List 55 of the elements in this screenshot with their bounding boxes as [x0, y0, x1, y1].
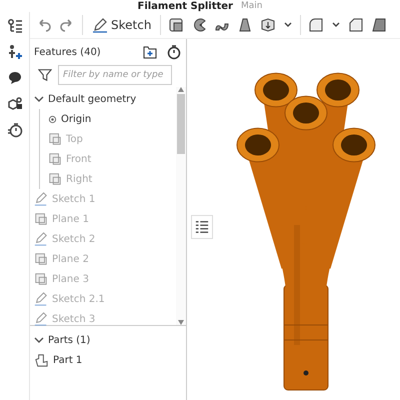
scrollbar[interactable] [176, 87, 186, 325]
tree-item[interactable]: Right [66, 174, 92, 184]
chevron-down-icon[interactable] [34, 335, 44, 345]
comment-icon[interactable] [6, 70, 22, 86]
pencil-icon [34, 232, 48, 246]
extrude-icon[interactable] [168, 17, 184, 33]
plane-icon [48, 132, 62, 146]
tree-item[interactable]: Front [66, 154, 92, 164]
tree-item[interactable]: Plane 2 [52, 254, 89, 264]
origin-icon [48, 114, 57, 124]
add-folder-icon[interactable] [142, 44, 158, 60]
list-button[interactable] [191, 215, 213, 239]
branch-name: Main [241, 1, 262, 11]
chevron-down-icon[interactable] [34, 94, 44, 104]
tree-item[interactable]: Top [66, 134, 83, 144]
pencil-icon [34, 292, 48, 306]
fillet-icon[interactable] [308, 17, 324, 33]
scroll-up-icon[interactable] [178, 87, 184, 92]
tree-group[interactable]: Default geometry [48, 94, 136, 104]
plane-icon [34, 212, 48, 226]
filter-field[interactable]: Filter by name or type [58, 65, 172, 85]
list-icon [195, 220, 209, 234]
pencil-icon [34, 192, 48, 206]
tree-item[interactable]: Part 1 [53, 354, 82, 366]
draft-icon[interactable] [371, 17, 388, 33]
feature-list-icon[interactable] [6, 18, 22, 34]
tree-group[interactable]: Parts (1) [48, 334, 90, 346]
plane-icon [34, 252, 48, 266]
tree-item[interactable]: Plane 1 [52, 214, 89, 224]
panel-title: Features (40) [34, 46, 102, 58]
insert-icon[interactable] [6, 44, 22, 60]
sketch-button[interactable]: Sketch [90, 17, 154, 33]
pencil-icon [34, 312, 48, 326]
tree-item[interactable]: Plane 3 [52, 274, 89, 284]
scroll-thumb[interactable] [177, 94, 185, 154]
cubes-icon[interactable] [6, 96, 22, 112]
tree-item[interactable]: Origin [61, 114, 92, 124]
chamfer-icon[interactable] [348, 17, 364, 33]
tree-item[interactable]: Sketch 1 [52, 194, 96, 204]
plane-icon [34, 272, 48, 286]
timer-icon[interactable] [166, 44, 182, 60]
thicken-icon[interactable] [260, 17, 276, 33]
document-title: Filament Splitter [137, 0, 233, 12]
filter-icon[interactable] [38, 68, 52, 82]
tree-item[interactable]: Sketch 3 [52, 314, 96, 324]
plane-icon [48, 172, 62, 186]
tree-item[interactable]: Sketch 2.1 [52, 294, 105, 304]
tree-item[interactable]: Sketch 2 [52, 234, 96, 244]
part-icon [34, 352, 49, 368]
revolve-icon[interactable] [191, 17, 208, 33]
timer-icon[interactable] [6, 122, 22, 138]
loft-icon[interactable] [237, 17, 254, 33]
pencil-icon [92, 17, 108, 33]
plane-icon [48, 152, 62, 166]
scroll-down-icon[interactable] [178, 320, 184, 325]
